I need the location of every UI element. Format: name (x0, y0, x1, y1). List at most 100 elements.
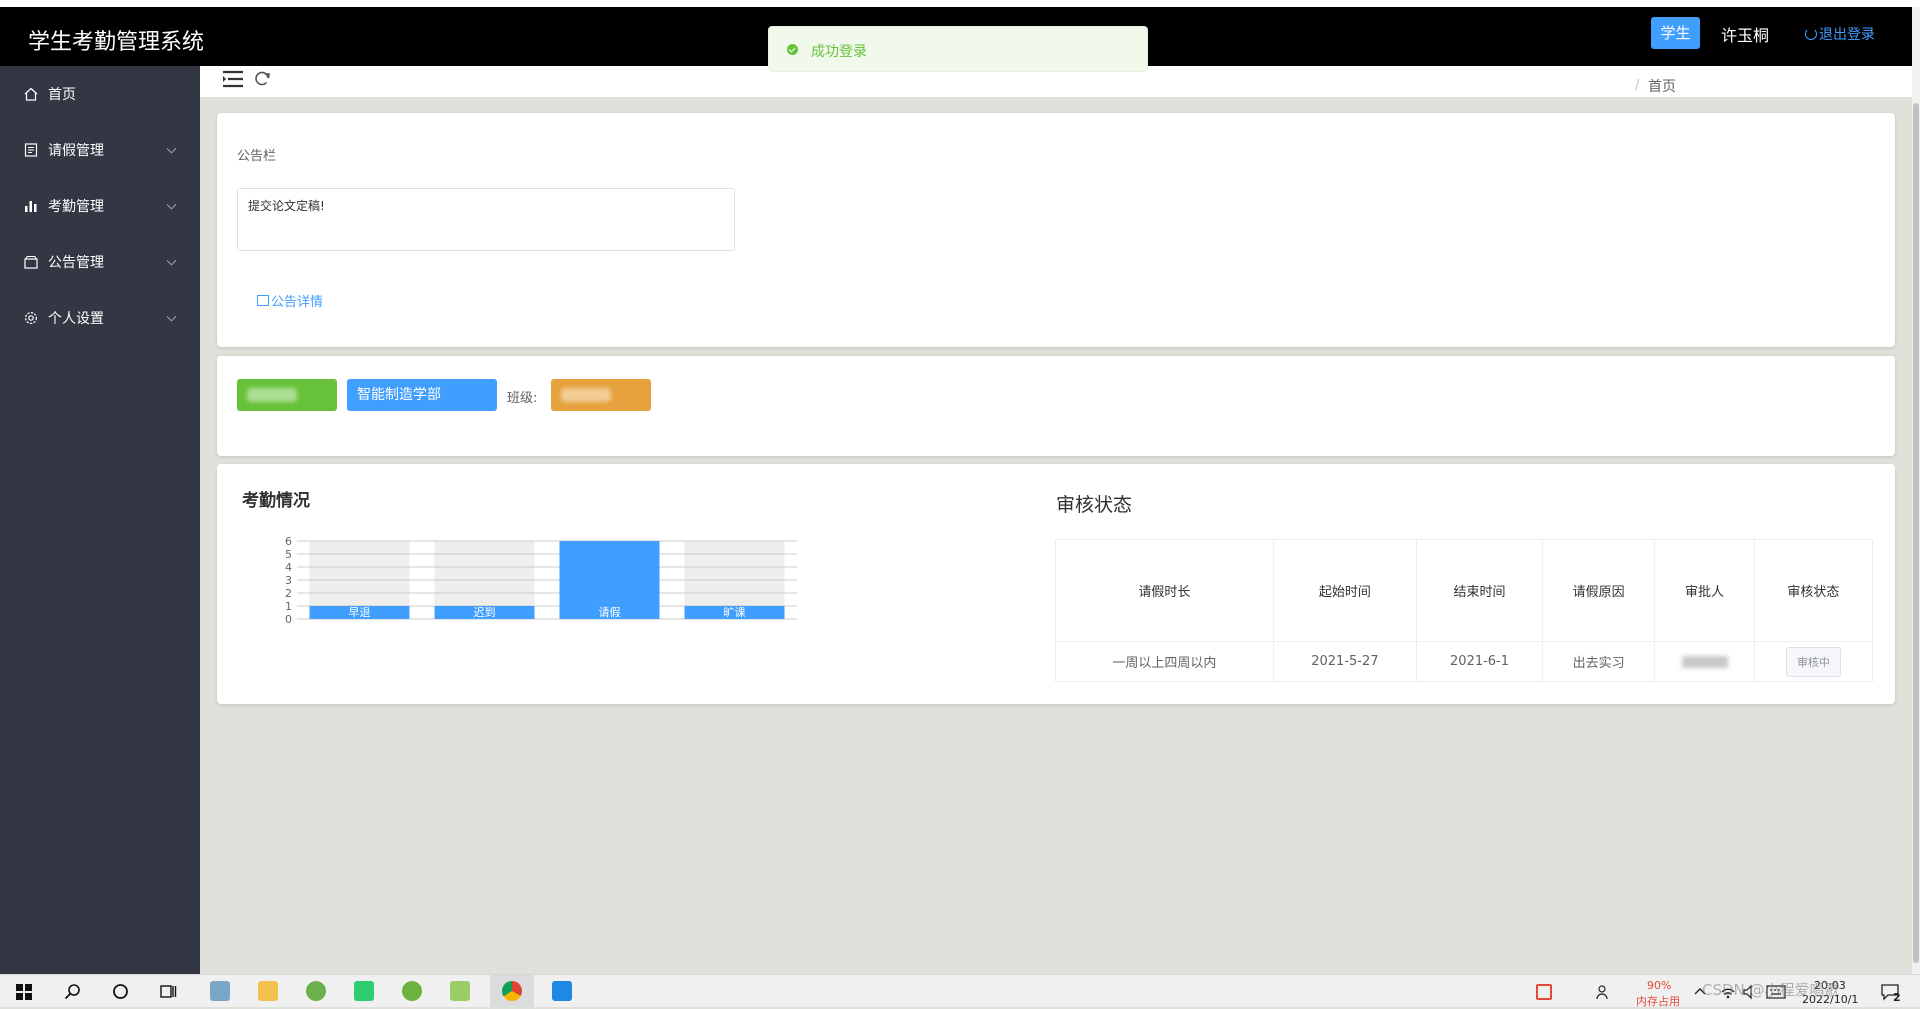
notebook-icon (210, 981, 230, 1001)
attendance-title: 考勤情况 (242, 491, 310, 511)
taskbar-search[interactable] (50, 975, 94, 1008)
stats-card: 考勤情况 0 1 2 3 4 5 6 早退 迟到 请假 旷课 审核状态 请假时长 起始时间 结束时间… (217, 464, 1895, 704)
taskbar-app-spring[interactable] (390, 975, 434, 1008)
notepad-icon (450, 981, 470, 1001)
home-icon (24, 87, 38, 101)
sidebar-item-label: 公告管理 (48, 255, 104, 271)
status-button[interactable]: 审核中 (1785, 646, 1841, 677)
audit-table: 请假时长 起始时间 结束时间 请假原因 审批人 审核状态 一周以上四周以内 20… (1055, 539, 1874, 682)
department-tag: 智能制造学部 (347, 379, 497, 411)
scrollbar-thumb[interactable] (1913, 103, 1919, 963)
y-tick-label: 2 (285, 587, 292, 600)
notice-detail-label: 公告详情 (271, 295, 324, 310)
sidebar-item-label: 首页 (48, 87, 76, 103)
redacted-block (561, 388, 611, 402)
category-label: 迟到 (474, 606, 496, 619)
chevron-down-icon (166, 143, 177, 154)
spring-icon (402, 981, 422, 1001)
sidebar-item-leave[interactable]: 请假管理 (0, 122, 200, 178)
bar-chart-icon (25, 201, 37, 212)
gear-icon (24, 311, 38, 325)
info-card: 智能制造学部 班级: (217, 356, 1895, 456)
attendance-chart: 0123456 早退 迟到 请假 旷课 (285, 537, 797, 626)
table-header-row: 请假时长 起始时间 结束时间 请假原因 审批人 审核状态 (1055, 539, 1874, 642)
class-tag (551, 379, 651, 411)
breadcrumb-current[interactable]: 首页 (1648, 76, 1676, 96)
column-header: 起始时间 (1272, 539, 1417, 642)
power-icon (1805, 28, 1817, 40)
taskbar-app-notepad[interactable] (438, 975, 482, 1008)
sidebar: 首页 请假管理 考勤管理 公告管理 个人设置 (0, 66, 200, 974)
task-view-icon (160, 985, 177, 998)
menu-toggle-icon[interactable] (222, 70, 244, 88)
csdn-watermark: CSDN @小程爱唱歌 (1702, 981, 1840, 999)
notice-card: 公告栏 提交论文定稿! 公告详情 (217, 113, 1895, 347)
video-icon (552, 981, 572, 1001)
chrome-icon (502, 981, 522, 1001)
taskbar-app-video[interactable] (540, 975, 584, 1008)
breadcrumb-separator: / (1635, 78, 1640, 93)
sidebar-item-settings[interactable]: 个人设置 (0, 290, 200, 346)
logout-button[interactable]: 退出登录 (1805, 24, 1875, 44)
top-strip (0, 0, 1920, 7)
notice-content: 提交论文定稿! (237, 188, 735, 251)
chevron-down-icon (166, 311, 177, 322)
java-icon (1536, 984, 1552, 1000)
category-label: 请假 (599, 605, 621, 619)
user-name: 许玉桐 (1721, 26, 1770, 45)
hbuilder-icon (354, 981, 374, 1001)
student-name-tag (237, 379, 337, 411)
column-header: 审核状态 (1753, 539, 1874, 642)
chevron-down-icon (166, 199, 177, 210)
table-row: 一周以上四周以内 2021-5-27 2021-6-1 出去实习 审核中 (1055, 641, 1874, 682)
box-icon (24, 255, 38, 269)
column-header: 请假时长 (1055, 539, 1274, 642)
audit-title: 审核状态 (1056, 494, 1133, 516)
sidebar-item-attendance[interactable]: 考勤管理 (0, 178, 200, 234)
category-label: 早退 (349, 606, 371, 619)
notice-detail-link[interactable]: 公告详情 (257, 291, 323, 310)
check-circle-icon (787, 44, 798, 55)
taskbar-app-leaf[interactable] (294, 975, 338, 1008)
book-icon (257, 295, 269, 306)
toast-message: 成功登录 (811, 44, 867, 60)
memory-percent: 90% (1647, 979, 1672, 992)
y-tick-label: 6 (285, 537, 292, 548)
end-date-cell: 2021-6-1 (1415, 641, 1544, 682)
approver-cell (1654, 641, 1755, 682)
logout-label: 退出登录 (1819, 27, 1875, 43)
taskbar-app-hbuilder[interactable] (342, 975, 386, 1008)
sidebar-item-notice[interactable]: 公告管理 (0, 234, 200, 290)
os-taskbar: 90% 内存占用 20:03 2022/10/1 CSDN @小程爱唱歌 2 (0, 974, 1920, 1008)
column-header: 请假原因 (1542, 539, 1656, 642)
y-tick-label: 3 (285, 574, 292, 587)
people-icon[interactable] (1595, 983, 1613, 1001)
taskbar-app-notebook[interactable] (198, 975, 242, 1008)
page-scrollbar[interactable] (1912, 7, 1920, 974)
chevron-down-icon (166, 255, 177, 266)
sidebar-item-label: 请假管理 (48, 143, 104, 159)
tray-java[interactable] (1522, 975, 1566, 1008)
success-toast: 成功登录 (768, 26, 1148, 72)
circle-icon (113, 984, 128, 999)
taskbar-cortana[interactable] (98, 975, 142, 1008)
sidebar-item-label: 个人设置 (48, 311, 104, 327)
start-button[interactable] (2, 975, 46, 1008)
redacted-block (247, 388, 297, 402)
refresh-icon[interactable] (253, 70, 271, 88)
search-icon (64, 984, 80, 1000)
taskbar-task-view[interactable] (146, 975, 190, 1008)
start-date-cell: 2021-5-27 (1272, 641, 1417, 682)
sidebar-item-label: 考勤管理 (48, 199, 104, 215)
column-header: 审批人 (1654, 539, 1755, 642)
y-tick-label: 4 (285, 561, 292, 574)
y-tick-label: 0 (285, 613, 292, 626)
y-tick-label: 5 (285, 548, 292, 561)
sidebar-item-home[interactable]: 首页 (0, 66, 200, 122)
notification-count: 2 (1893, 991, 1901, 1004)
taskbar-app-explorer[interactable] (246, 975, 290, 1008)
folder-icon (258, 981, 278, 1001)
reason-cell: 出去实习 (1542, 641, 1656, 682)
duration-cell: 一周以上四周以内 (1055, 641, 1274, 682)
taskbar-app-chrome[interactable] (490, 975, 534, 1008)
